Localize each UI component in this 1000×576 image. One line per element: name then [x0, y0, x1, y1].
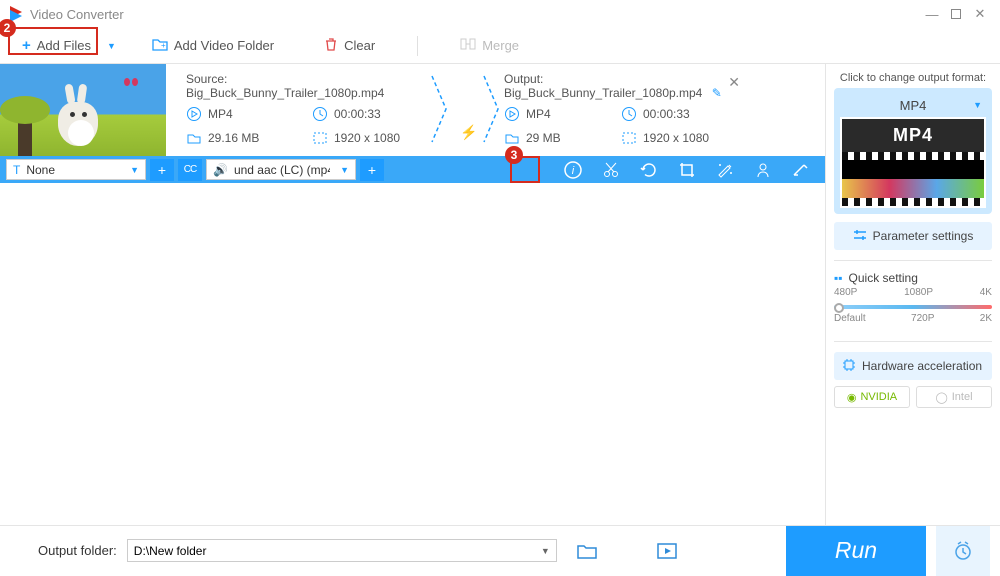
source-label: Source: [186, 72, 227, 86]
browse-folder-button[interactable] [577, 541, 597, 561]
add-video-folder-button[interactable]: + Add Video Folder [144, 33, 282, 58]
output-column: ⚡ ✕ Output: Big_Buck_Bunny_Trailer_1080p… [440, 64, 740, 156]
footer-bar: Output folder: D:\New folder ▼ Run [0, 525, 1000, 575]
output-folder-label: Output folder: [38, 543, 117, 558]
source-duration: 00:00:33 [334, 107, 381, 121]
trash-icon [324, 37, 338, 54]
sliders-icon [853, 228, 867, 245]
schedule-button[interactable] [936, 526, 990, 576]
svg-text:+: + [161, 41, 166, 50]
merge-button[interactable]: Merge [452, 34, 527, 57]
filesize-icon [186, 130, 202, 146]
output-format-name: MP4 [900, 98, 927, 113]
format-icon [186, 106, 202, 122]
window-minimize-button[interactable]: — [920, 2, 944, 26]
cut-button[interactable] [601, 160, 621, 180]
parameter-settings-button[interactable]: Parameter settings [834, 222, 992, 250]
remove-file-button[interactable]: ✕ [728, 74, 740, 91]
parameter-settings-label: Parameter settings [873, 229, 974, 243]
output-format: MP4 [526, 107, 551, 121]
intel-icon: ◯ [935, 391, 947, 404]
output-format-heading: Click to change output format: [834, 72, 992, 84]
run-button[interactable]: Run [786, 526, 926, 576]
add-subtitle-button[interactable]: + [150, 159, 174, 181]
chevron-down-icon: ▼ [130, 165, 139, 175]
window-title-bar: Video Converter — ✕ [0, 0, 1000, 28]
add-video-folder-label: Add Video Folder [174, 38, 274, 53]
lightning-icon: ⚡ [460, 124, 477, 141]
info-button[interactable]: i [563, 160, 583, 180]
file-item: Source: Big_Buck_Bunny_Trailer_1080p.mp4… [0, 64, 825, 156]
crop-button[interactable] [677, 160, 697, 180]
merge-label: Merge [482, 38, 519, 53]
resolution-icon [621, 130, 637, 146]
step-badge-3: 3 [505, 146, 523, 164]
top-toolbar: 2 + Add Files ▼ + Add Video Folder Clear [0, 28, 1000, 64]
clock-icon [312, 106, 328, 122]
effects-button[interactable] [715, 160, 735, 180]
output-duration: 00:00:33 [643, 107, 690, 121]
quick-setting-heading: ▪▪ Quick setting [834, 271, 992, 285]
source-filename: Big_Buck_Bunny_Trailer_1080p.mp4 [186, 86, 384, 100]
quick-icon: ▪▪ [834, 271, 843, 285]
output-resolution: 1920 x 1080 [643, 131, 709, 145]
window-maximize-button[interactable] [944, 2, 968, 26]
chip-icon [842, 358, 856, 375]
audio-icon: 🔊 [213, 163, 228, 177]
merge-icon [460, 38, 476, 53]
rename-output-button[interactable]: ✎ [712, 86, 722, 100]
folder-plus-icon: + [152, 37, 168, 54]
rotate-button[interactable] [639, 160, 659, 180]
file-toolbar: T None ▼ + CC 🔊 und aac (LC) (mp4a ▼ + i [0, 156, 825, 183]
audio-track-select[interactable]: 🔊 und aac (LC) (mp4a ▼ [206, 159, 356, 180]
subtitle-select[interactable]: T None ▼ [6, 159, 146, 180]
chevron-down-icon: ▼ [541, 546, 550, 556]
window-title: Video Converter [30, 7, 920, 22]
add-files-dropdown[interactable]: ▼ [107, 41, 116, 51]
output-format-button[interactable]: MP4 ▼ MP4 [834, 88, 992, 214]
watermark-button[interactable] [753, 160, 773, 180]
nvidia-toggle[interactable]: ◉NVIDIA [834, 386, 910, 408]
svg-text:i: i [572, 165, 575, 177]
subtitle-icon: T [13, 163, 20, 177]
enhance-button[interactable] [791, 160, 811, 180]
output-label: Output: [504, 72, 543, 86]
closed-caption-button[interactable]: CC [178, 159, 202, 181]
hardware-acceleration-button[interactable]: Hardware acceleration [834, 352, 992, 380]
chevron-down-icon: ▼ [340, 165, 349, 175]
source-size: 29.16 MB [208, 131, 259, 145]
output-format-thumbnail: MP4 [840, 117, 986, 208]
arrow-divider-2 [482, 74, 502, 134]
arrow-divider [430, 74, 450, 134]
clear-button[interactable]: Clear [316, 33, 383, 58]
format-icon [504, 106, 520, 122]
open-output-button[interactable] [657, 541, 677, 561]
source-column: Source: Big_Buck_Bunny_Trailer_1080p.mp4… [166, 64, 440, 156]
audio-value: und aac (LC) (mp4a [234, 163, 330, 177]
filesize-icon [504, 130, 520, 146]
slider-handle[interactable] [834, 303, 844, 313]
quick-setting-slider[interactable]: 480P1080P4K Default720P2K [834, 291, 992, 331]
hardware-acceleration-label: Hardware acceleration [862, 359, 982, 373]
chevron-down-icon: ▼ [973, 100, 982, 110]
source-format: MP4 [208, 107, 233, 121]
add-audio-button[interactable]: + [360, 159, 384, 181]
output-folder-path: D:\New folder [134, 544, 207, 558]
clock-icon [621, 106, 637, 122]
window-close-button[interactable]: ✕ [968, 2, 992, 26]
source-resolution: 1920 x 1080 [334, 131, 400, 145]
output-size: 29 MB [526, 131, 561, 145]
output-folder-input[interactable]: D:\New folder ▼ [127, 539, 557, 562]
clear-label: Clear [344, 38, 375, 53]
side-panel: Click to change output format: MP4 ▼ MP4 … [825, 64, 1000, 525]
highlight-add-files [8, 27, 98, 55]
resolution-icon [312, 130, 328, 146]
nvidia-icon: ◉ [847, 391, 857, 404]
output-filename: Big_Buck_Bunny_Trailer_1080p.mp4 [504, 86, 702, 100]
subtitle-value: None [26, 163, 120, 177]
intel-toggle[interactable]: ◯Intel [916, 386, 992, 408]
video-thumbnail[interactable] [0, 64, 166, 156]
format-badge: MP4 [842, 119, 984, 152]
